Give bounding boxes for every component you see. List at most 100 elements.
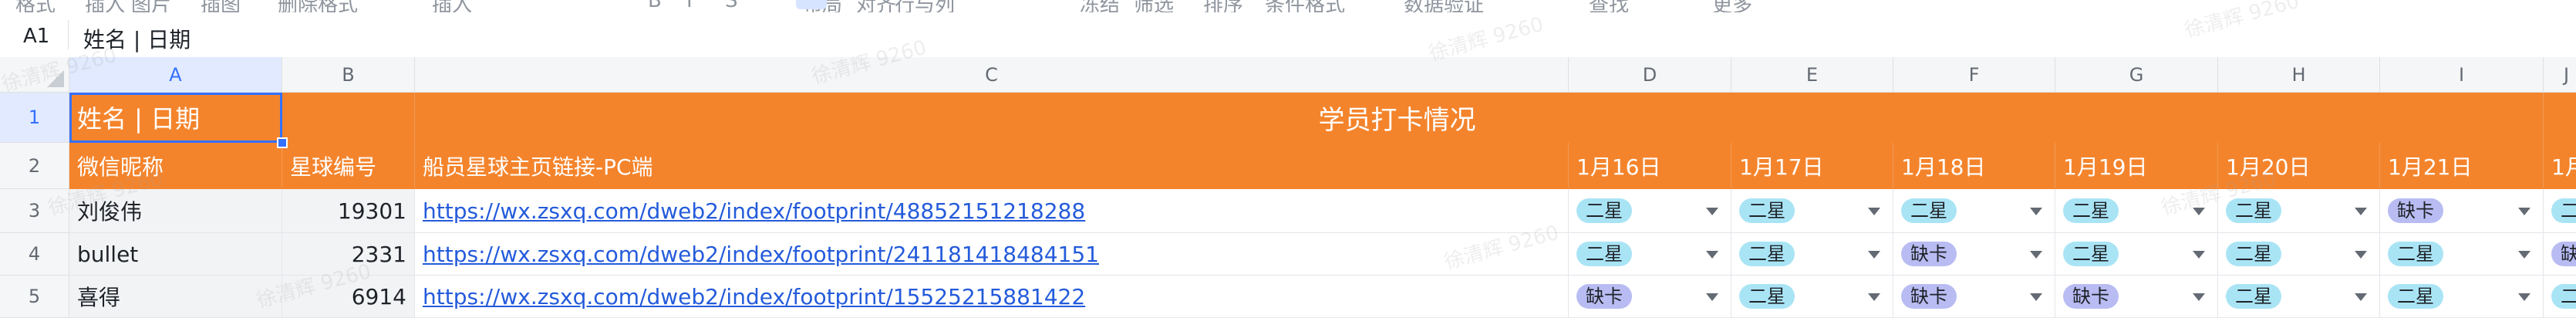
toolbar-item[interactable]: S bbox=[725, 0, 738, 12]
dropdown-arrow-icon[interactable] bbox=[2355, 251, 2367, 259]
toolbar-item[interactable]: B bbox=[648, 0, 662, 12]
cell-a1-name-date[interactable]: 姓名 | 日期 bbox=[69, 93, 282, 143]
toolbar-item[interactable]: 删除格式 bbox=[278, 0, 358, 12]
column-header-g[interactable]: G bbox=[2055, 57, 2218, 93]
status-cell[interactable]: 二星 bbox=[2218, 189, 2380, 233]
cell-reference[interactable]: A1 bbox=[23, 25, 49, 48]
dropdown-arrow-icon[interactable] bbox=[1706, 208, 1718, 215]
dropdown-arrow-icon[interactable] bbox=[2518, 251, 2530, 259]
dropdown-arrow-icon[interactable] bbox=[1706, 251, 1718, 259]
status-cell[interactable]: 缺 bbox=[2544, 233, 2576, 276]
name-cell[interactable]: bullet bbox=[69, 233, 282, 276]
status-cell[interactable]: 二 bbox=[2544, 276, 2576, 318]
date-header-cell[interactable]: 1月16日 bbox=[1569, 143, 1731, 189]
dropdown-arrow-icon[interactable] bbox=[2355, 208, 2367, 215]
row-header-4[interactable]: 4 bbox=[0, 233, 69, 276]
dropdown-arrow-icon[interactable] bbox=[1706, 293, 1718, 301]
dropdown-arrow-icon[interactable] bbox=[1868, 208, 1880, 215]
toolbar-item[interactable]: 筛选 bbox=[1134, 0, 1174, 12]
status-cell[interactable]: 二星 bbox=[2218, 276, 2380, 318]
column-header-c[interactable]: C bbox=[415, 57, 1569, 93]
column-header-b[interactable]: B bbox=[282, 57, 415, 93]
toolbar-item[interactable]: I bbox=[686, 0, 693, 12]
toolbar-item[interactable]: 行与列 bbox=[895, 0, 955, 12]
dropdown-arrow-icon[interactable] bbox=[2193, 293, 2205, 301]
dropdown-arrow-icon[interactable] bbox=[2193, 251, 2205, 259]
dropdown-arrow-icon[interactable] bbox=[1868, 293, 1880, 301]
status-cell[interactable]: 缺卡 bbox=[2055, 276, 2218, 318]
planet-id-cell[interactable]: 6914 bbox=[282, 276, 415, 318]
toolbar-item[interactable]: 更多 bbox=[1712, 0, 1752, 12]
formula-input[interactable]: 姓名 | 日期 bbox=[83, 23, 191, 54]
row-header-5[interactable]: 5 bbox=[0, 276, 69, 318]
status-cell[interactable]: 二星 bbox=[1731, 189, 1893, 233]
status-cell[interactable]: 缺卡 bbox=[2380, 189, 2544, 233]
cell-i1[interactable] bbox=[2380, 93, 2544, 143]
date-header-cell[interactable]: 1月18日 bbox=[1893, 143, 2055, 189]
dropdown-arrow-icon[interactable] bbox=[2518, 293, 2530, 301]
planet-id-cell[interactable]: 2331 bbox=[282, 233, 415, 276]
status-cell[interactable]: 二 bbox=[2544, 189, 2576, 233]
link-cell[interactable]: https://wx.zsxq.com/dweb2/index/footprin… bbox=[415, 189, 1569, 233]
toolbar-item[interactable]: 格式 bbox=[15, 0, 56, 12]
merged-title-cell[interactable]: 学员打卡情况 bbox=[415, 93, 2380, 143]
cell-a2[interactable]: 微信昵称 bbox=[69, 143, 282, 189]
toolbar-item[interactable]: 插图 bbox=[201, 0, 241, 12]
column-header-i[interactable]: I bbox=[2380, 57, 2544, 93]
fill-handle[interactable] bbox=[277, 137, 288, 148]
name-cell[interactable]: 喜得 bbox=[69, 276, 282, 318]
status-cell[interactable]: 缺卡 bbox=[1569, 276, 1731, 318]
dropdown-arrow-icon[interactable] bbox=[2518, 208, 2530, 215]
planet-link[interactable]: https://wx.zsxq.com/dweb2/index/footprin… bbox=[423, 284, 1085, 310]
status-cell[interactable]: 二星 bbox=[1731, 276, 1893, 318]
cell-j1[interactable] bbox=[2544, 93, 2576, 143]
status-cell[interactable]: 二星 bbox=[1731, 233, 1893, 276]
column-header-d[interactable]: D bbox=[1569, 57, 1731, 93]
link-cell[interactable]: https://wx.zsxq.com/dweb2/index/footprin… bbox=[415, 276, 1569, 318]
select-all-corner[interactable] bbox=[0, 57, 69, 93]
column-header-e[interactable]: E bbox=[1731, 57, 1893, 93]
toolbar-item[interactable]: 数据验证 bbox=[1404, 0, 1484, 12]
dropdown-arrow-icon[interactable] bbox=[2193, 208, 2205, 215]
planet-link[interactable]: https://wx.zsxq.com/dweb2/index/footprin… bbox=[423, 198, 1085, 224]
toolbar-item[interactable]: 图片 bbox=[131, 0, 171, 12]
date-header-cell[interactable]: 1月17日 bbox=[1731, 143, 1893, 189]
column-header-f[interactable]: F bbox=[1893, 57, 2055, 93]
planet-id-cell[interactable]: 19301 bbox=[282, 189, 415, 233]
cell-c2[interactable]: 船员星球主页链接-PC端 bbox=[415, 143, 1569, 189]
cell-b2[interactable]: 星球编号 bbox=[282, 143, 415, 189]
status-cell[interactable]: 二星 bbox=[2055, 189, 2218, 233]
planet-link[interactable]: https://wx.zsxq.com/dweb2/index/footprin… bbox=[423, 242, 1099, 267]
status-cell[interactable]: 缺卡 bbox=[1893, 276, 2055, 318]
status-cell[interactable]: 二星 bbox=[2055, 233, 2218, 276]
status-cell[interactable]: 缺卡 bbox=[1893, 233, 2055, 276]
date-header-cell[interactable]: 1月19日 bbox=[2055, 143, 2218, 189]
status-cell[interactable]: 二星 bbox=[1569, 189, 1731, 233]
status-cell[interactable]: 二星 bbox=[1893, 189, 2055, 233]
status-cell[interactable]: 二星 bbox=[2380, 233, 2544, 276]
row-header-1[interactable]: 1 bbox=[0, 93, 69, 143]
date-header-cell[interactable]: 1月20日 bbox=[2218, 143, 2380, 189]
name-cell[interactable]: 刘俊伟 bbox=[69, 189, 282, 233]
row-header-3[interactable]: 3 bbox=[0, 189, 69, 233]
date-header-cell[interactable]: 1月 bbox=[2544, 143, 2576, 189]
dropdown-arrow-icon[interactable] bbox=[2030, 208, 2042, 215]
status-cell[interactable]: 二星 bbox=[2380, 276, 2544, 318]
column-header-a[interactable]: A bbox=[69, 57, 282, 93]
link-cell[interactable]: https://wx.zsxq.com/dweb2/index/footprin… bbox=[415, 233, 1569, 276]
column-header-h[interactable]: H bbox=[2218, 57, 2380, 93]
row-header-2[interactable]: 2 bbox=[0, 143, 69, 189]
toolbar-item[interactable]: 查找 bbox=[1589, 0, 1629, 12]
status-cell[interactable]: 二星 bbox=[1569, 233, 1731, 276]
toolbar-item[interactable]: 冻结 bbox=[1080, 0, 1120, 12]
toolbar-item[interactable]: 对齐 bbox=[856, 0, 896, 12]
status-cell[interactable]: 二星 bbox=[2218, 233, 2380, 276]
dropdown-arrow-icon[interactable] bbox=[2030, 293, 2042, 301]
toolbar-item[interactable]: 插入 bbox=[432, 0, 472, 12]
toolbar-item[interactable]: 条件格式 bbox=[1265, 0, 1345, 12]
toolbar-item[interactable]: 排序 bbox=[1203, 0, 1243, 12]
cell-b1[interactable] bbox=[282, 93, 415, 143]
dropdown-arrow-icon[interactable] bbox=[1868, 251, 1880, 259]
column-header-j[interactable]: J bbox=[2544, 57, 2576, 93]
date-header-cell[interactable]: 1月21日 bbox=[2380, 143, 2544, 189]
